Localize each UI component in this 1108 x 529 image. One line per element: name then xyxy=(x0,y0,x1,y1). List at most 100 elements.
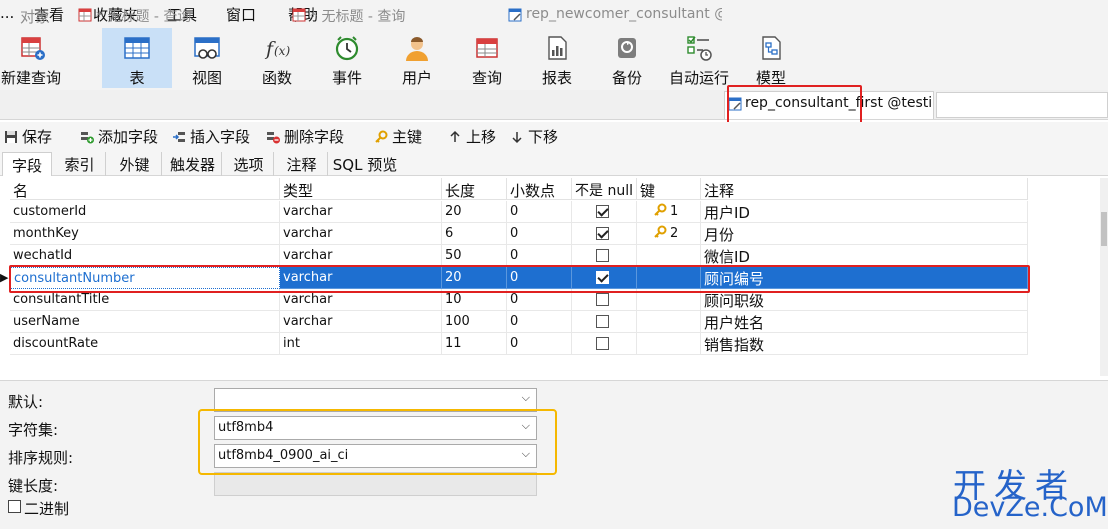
cell-not-null[interactable] xyxy=(572,201,637,223)
table-row[interactable]: customerId varchar 20 0 1 用户ID xyxy=(10,201,1028,223)
model-button[interactable]: 模型 xyxy=(738,28,804,88)
cell-name[interactable]: discountRate xyxy=(10,333,280,355)
cell-name[interactable]: wechatId xyxy=(10,245,280,267)
cell-key[interactable]: 2 xyxy=(637,223,701,245)
cell-decimals[interactable]: 0 xyxy=(507,267,572,289)
table-row[interactable]: consultantTitle varchar 10 0 顾问职级 xyxy=(10,289,1028,311)
cell-length[interactable]: 50 xyxy=(442,245,507,267)
cell-not-null[interactable] xyxy=(572,289,637,311)
not-null-checkbox[interactable] xyxy=(596,205,609,218)
cell-decimals[interactable]: 0 xyxy=(507,289,572,311)
cell-length[interactable]: 10 xyxy=(442,289,507,311)
tab-untitled-query-1[interactable]: * 无标题 - 查询 xyxy=(78,3,288,29)
cell-name[interactable]: userName xyxy=(10,311,280,333)
tab-search-box[interactable] xyxy=(936,92,1108,118)
cell-key[interactable] xyxy=(637,311,701,333)
new-query-button[interactable]: 新建查询 xyxy=(0,28,66,88)
cell-comment[interactable]: 微信ID xyxy=(701,245,1028,267)
table-row[interactable]: consultantNumber varchar 20 0 顾问编号 xyxy=(10,267,1028,289)
cell-name[interactable]: consultantTitle xyxy=(10,289,280,311)
tab-sql-preview[interactable]: SQL 预览 xyxy=(330,152,400,176)
default-select[interactable]: ⌵ xyxy=(214,388,537,412)
column-header-type[interactable]: 类型 xyxy=(280,178,442,200)
not-null-checkbox[interactable] xyxy=(596,315,609,328)
cell-length[interactable]: 100 xyxy=(442,311,507,333)
move-down-button[interactable]: 下移 xyxy=(510,126,558,147)
cell-length[interactable]: 6 xyxy=(442,223,507,245)
cell-type[interactable]: varchar xyxy=(280,267,442,289)
tab-rep-newcomer-consultant[interactable]: rep_newcomer_consultant @te... xyxy=(508,3,722,29)
not-null-checkbox[interactable] xyxy=(596,337,609,350)
cell-not-null[interactable] xyxy=(572,333,637,355)
cell-type[interactable]: varchar xyxy=(280,223,442,245)
tab-objects[interactable]: 对象 xyxy=(20,3,80,29)
tab-untitled-query-2[interactable]: * 无标题 - 查询 xyxy=(292,3,502,29)
not-null-checkbox[interactable] xyxy=(596,271,609,284)
cell-type[interactable]: varchar xyxy=(280,311,442,333)
cell-key[interactable]: 1 xyxy=(637,201,701,223)
table-button[interactable]: 表 xyxy=(102,28,172,88)
column-header-not-null[interactable]: 不是 null xyxy=(572,178,637,200)
cell-not-null[interactable] xyxy=(572,311,637,333)
backup-button[interactable]: 备份 xyxy=(594,28,660,88)
table-row[interactable]: wechatId varchar 50 0 微信ID xyxy=(10,245,1028,267)
function-button[interactable]: f (x) 函数 xyxy=(244,28,310,88)
query-button[interactable]: 查询 xyxy=(454,28,520,88)
cell-decimals[interactable]: 0 xyxy=(507,311,572,333)
grid-vertical-scrollbar[interactable] xyxy=(1100,178,1108,376)
report-button[interactable]: 报表 xyxy=(524,28,590,88)
cell-name[interactable]: monthKey xyxy=(10,223,280,245)
tab-triggers[interactable]: 触发器 xyxy=(164,152,222,176)
tab-foreign-keys[interactable]: 外键 xyxy=(108,152,162,176)
tab-comment[interactable]: 注释 xyxy=(276,152,328,176)
cell-length[interactable]: 11 xyxy=(442,333,507,355)
insert-field-button[interactable]: 插入字段 xyxy=(172,126,250,147)
column-header-length[interactable]: 长度 xyxy=(442,178,507,200)
cell-comment[interactable]: 月份 xyxy=(701,223,1028,245)
cell-key[interactable] xyxy=(637,267,701,289)
charset-select[interactable]: utf8mb4 ⌵ xyxy=(214,416,537,440)
cell-not-null[interactable] xyxy=(572,267,637,289)
cell-key[interactable] xyxy=(637,333,701,355)
add-field-button[interactable]: 添加字段 xyxy=(80,126,158,147)
cell-type[interactable]: varchar xyxy=(280,201,442,223)
cell-type[interactable]: varchar xyxy=(280,245,442,267)
cell-name[interactable]: consultantNumber xyxy=(10,267,280,289)
cell-name[interactable]: customerId xyxy=(10,201,280,223)
tab-rep-consultant-first[interactable]: rep_consultant_first @testing_... xyxy=(724,91,934,119)
cell-type[interactable]: int xyxy=(280,333,442,355)
cell-comment[interactable]: 销售指数 xyxy=(701,333,1028,355)
cell-not-null[interactable] xyxy=(572,223,637,245)
cell-decimals[interactable]: 0 xyxy=(507,333,572,355)
column-header-decimals[interactable]: 小数点 xyxy=(507,178,572,200)
not-null-checkbox[interactable] xyxy=(596,293,609,306)
cell-decimals[interactable]: 0 xyxy=(507,201,572,223)
cell-comment[interactable]: 顾问职级 xyxy=(701,289,1028,311)
cell-comment[interactable]: 用户姓名 xyxy=(701,311,1028,333)
cell-length[interactable]: 20 xyxy=(442,201,507,223)
menu-file[interactable]: ... xyxy=(0,4,14,22)
cell-key[interactable] xyxy=(637,289,701,311)
table-row[interactable]: discountRate int 11 0 销售指数 xyxy=(10,333,1028,355)
view-button[interactable]: 视图 xyxy=(174,28,240,88)
cell-comment[interactable]: 顾问编号 xyxy=(701,267,1028,289)
cell-type[interactable]: varchar xyxy=(280,289,442,311)
column-header-comment[interactable]: 注释 xyxy=(701,178,1028,200)
move-up-button[interactable]: 上移 xyxy=(448,126,496,147)
cell-key[interactable] xyxy=(637,245,701,267)
key-length-field[interactable] xyxy=(214,472,537,496)
cell-length[interactable]: 20 xyxy=(442,267,507,289)
primary-key-button[interactable]: 主键 xyxy=(374,126,422,147)
save-button[interactable]: 保存 xyxy=(4,126,52,147)
table-row[interactable]: monthKey varchar 6 0 2 月份 xyxy=(10,223,1028,245)
column-header-key[interactable]: 键 xyxy=(637,178,701,200)
cell-decimals[interactable]: 0 xyxy=(507,245,572,267)
delete-field-button[interactable]: 删除字段 xyxy=(266,126,344,147)
cell-not-null[interactable] xyxy=(572,245,637,267)
automation-button[interactable]: 自动运行 xyxy=(664,28,734,88)
user-button[interactable]: 用户 xyxy=(384,28,450,88)
tab-fields[interactable]: 字段 xyxy=(2,152,52,176)
grid-scroll-thumb[interactable] xyxy=(1101,212,1107,246)
table-row[interactable]: userName varchar 100 0 用户姓名 xyxy=(10,311,1028,333)
event-button[interactable]: 事件 xyxy=(314,28,380,88)
